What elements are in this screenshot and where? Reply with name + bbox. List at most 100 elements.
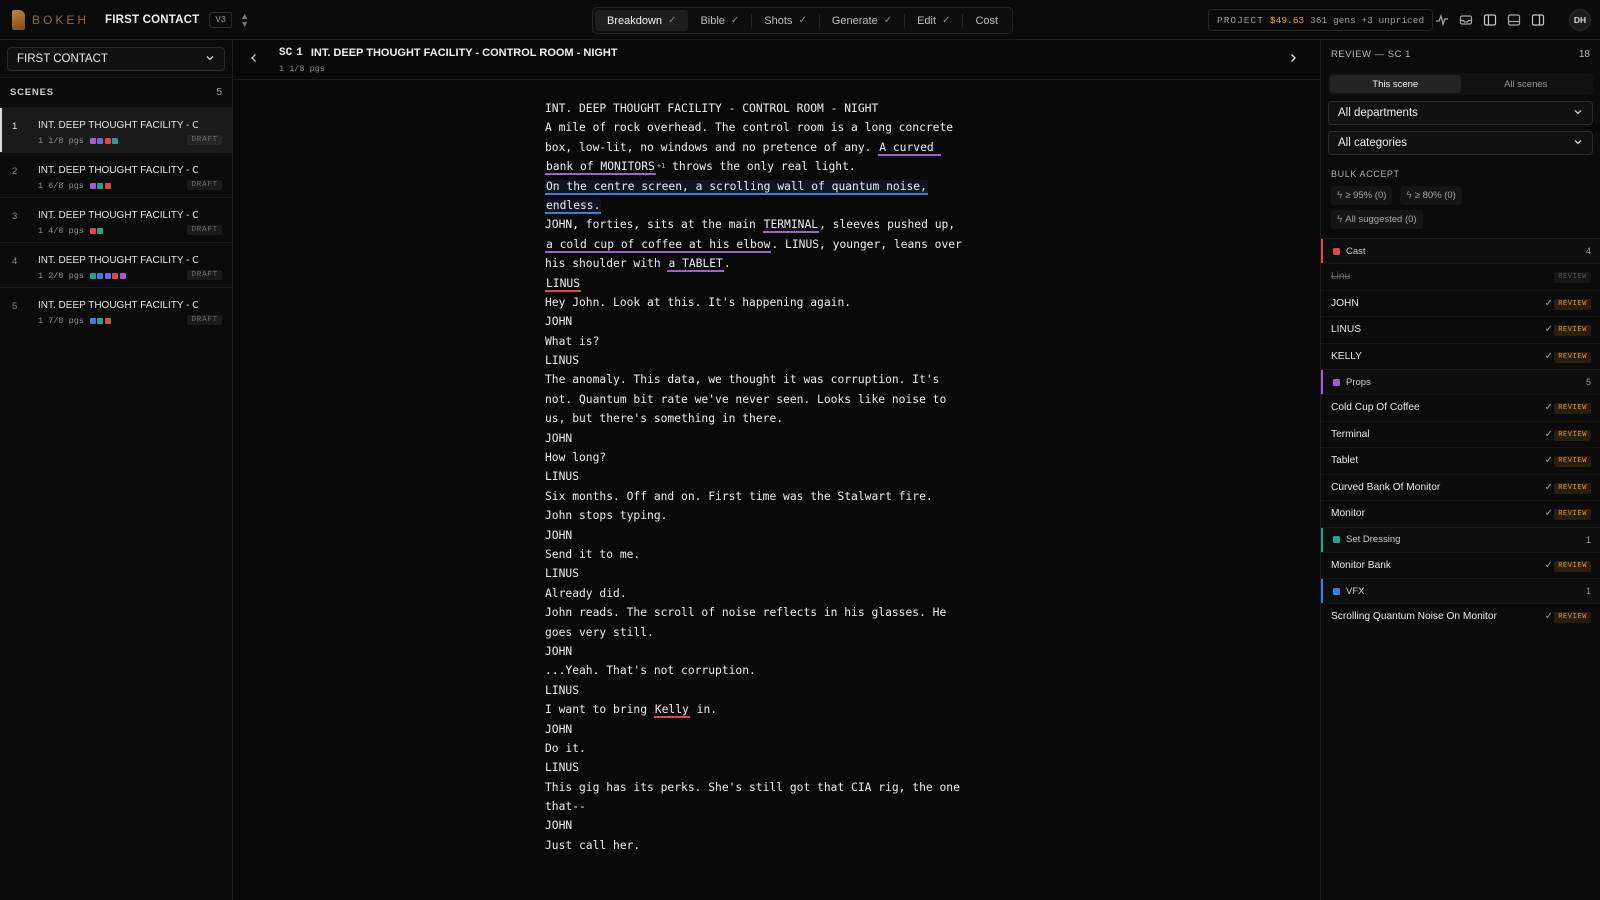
- category-header-set-dressing[interactable]: Set Dressing 1: [1321, 526, 1600, 552]
- department-select[interactable]: All departments: [1328, 101, 1593, 125]
- bulk-accept-all-button[interactable]: ϟ All suggested (0): [1331, 210, 1423, 229]
- element-row[interactable]: Linu REVIEW: [1321, 263, 1600, 290]
- script-text: ...Yeah. That's not corruption.: [545, 664, 756, 678]
- category-header-props[interactable]: Props 5: [1321, 369, 1600, 394]
- tagged-props-element[interactable]: a cold cup of coffee at his elbow: [545, 237, 772, 253]
- category-swatch: [89, 138, 96, 144]
- tab-shots[interactable]: Shots ✓: [752, 10, 819, 31]
- left-panel-icon[interactable]: [1480, 10, 1500, 30]
- scene-item[interactable]: 5 INT. DEEP THOUGHT FACILITY - C... 1 7/8 …: [0, 287, 232, 332]
- bottom-panel-icon[interactable]: [1504, 10, 1524, 30]
- right-panel-icon[interactable]: [1528, 10, 1548, 30]
- script-text: Already did.: [545, 586, 627, 600]
- tab-label: Edit: [917, 14, 937, 27]
- element-row[interactable]: Monitor Bank ✓ REVIEW: [1321, 551, 1600, 579]
- tagged-cast-element[interactable]: LINUS: [545, 276, 582, 292]
- tab-edit[interactable]: Edit ✓: [905, 10, 962, 31]
- script-line: that--: [545, 797, 1015, 816]
- scene-title: INT. DEEP THOUGHT FACILITY - C...: [38, 165, 198, 176]
- tagged-props-element[interactable]: TERMINAL: [762, 218, 820, 234]
- category-select-value: All categories: [1338, 137, 1408, 149]
- element-name: Linu: [1331, 271, 1351, 283]
- scene-number: 5: [12, 301, 18, 312]
- version-badge[interactable]: V3: [209, 11, 233, 28]
- inbox-icon[interactable]: [1456, 10, 1476, 30]
- scene-item[interactable]: 4 INT. DEEP THOUGHT FACILITY - C... 1 2/8 …: [0, 242, 232, 287]
- tagged-props-element[interactable]: A curved: [878, 140, 942, 156]
- script-line: Hey John. Look at this. It's happening a…: [545, 293, 1015, 312]
- category-swatch: [104, 273, 111, 279]
- script-text: JOHN: [545, 722, 573, 736]
- bokeh-logo-icon: [12, 9, 25, 30]
- element-row[interactable]: Cold Cup Of Coffee ✓ REVIEW: [1321, 394, 1600, 421]
- element-row[interactable]: Terminal ✓ REVIEW: [1321, 420, 1600, 448]
- tagged-cast-element[interactable]: Kelly: [653, 703, 690, 719]
- tab-cost[interactable]: Cost: [963, 10, 1010, 31]
- category-header-vfx[interactable]: VFX 1: [1321, 578, 1600, 603]
- accept-check-icon[interactable]: ✓: [1545, 482, 1553, 493]
- scene-label: SC: [279, 47, 293, 59]
- element-row[interactable]: Curved Bank Of Monitor ✓ REVIEW: [1321, 473, 1600, 501]
- next-scene-button[interactable]: [1288, 52, 1298, 67]
- user-avatar[interactable]: DH: [1569, 9, 1591, 31]
- scene-item[interactable]: 3 INT. DEEP THOUGHT FACILITY - C... 1 4/8 …: [0, 197, 232, 242]
- category-name: Props: [1346, 376, 1371, 388]
- accept-check-icon[interactable]: ✓: [1545, 298, 1553, 309]
- tagged-props-element[interactable]: a TABLET: [667, 257, 724, 273]
- tab-bible[interactable]: Bible ✓: [688, 10, 751, 31]
- element-row[interactable]: Monitor ✓ REVIEW: [1321, 500, 1600, 527]
- script-text: A mile of rock overhead. The control roo…: [545, 121, 954, 135]
- review-status-badge: REVIEW: [1554, 298, 1591, 310]
- accept-check-icon[interactable]: ✓: [1545, 560, 1553, 571]
- scene-pages: 1 2/8 pgs: [38, 271, 84, 281]
- scope-tab-this-scene[interactable]: This scene: [1330, 75, 1461, 93]
- bulk-accept-95-button[interactable]: ϟ ≥ 95% (0): [1331, 186, 1393, 205]
- scene-meta: 1 2/8 pgs: [38, 271, 127, 281]
- project-cost-summary[interactable]: PROJECT $49.63 361 gens +3 unpriced: [1208, 9, 1434, 31]
- category-select[interactable]: All categories: [1328, 131, 1593, 155]
- script-line: his shoulder with a TABLET.: [545, 254, 1015, 273]
- category-swatch: [104, 138, 111, 144]
- script-line: LINUS: [545, 274, 1015, 293]
- element-row[interactable]: JOHN ✓ REVIEW: [1321, 289, 1600, 317]
- tagged-props-element[interactable]: bank of MONITORS: [545, 160, 656, 176]
- element-row[interactable]: Scrolling Quantum Noise On Monitor ✓ REVIE…: [1321, 603, 1600, 630]
- brand-logo[interactable]: BOKEH: [12, 9, 89, 30]
- activity-icon[interactable]: [1432, 10, 1452, 30]
- bulk-accept-80-button[interactable]: ϟ ≥ 80% (0): [1400, 186, 1462, 205]
- script-text: JOHN: [545, 315, 573, 329]
- project-select[interactable]: FIRST CONTACT: [7, 47, 225, 71]
- tab-breakdown[interactable]: Breakdown ✓: [595, 10, 689, 31]
- accept-check-icon[interactable]: ✓: [1545, 611, 1553, 622]
- tab-generate[interactable]: Generate ✓: [820, 10, 904, 31]
- accept-check-icon[interactable]: ✓: [1545, 402, 1553, 413]
- accept-check-icon[interactable]: ✓: [1545, 351, 1553, 362]
- review-status-badge: REVIEW: [1554, 560, 1591, 572]
- scene-item[interactable]: 2 INT. DEEP THOUGHT FACILITY - C... 1 6/8 …: [0, 152, 232, 197]
- accept-check-icon[interactable]: ✓: [1545, 324, 1553, 335]
- scene-title: INT. DEEP THOUGHT FACILITY - C...: [38, 210, 198, 221]
- accept-check-icon[interactable]: ✓: [1545, 455, 1553, 466]
- element-name: JOHN: [1331, 297, 1359, 309]
- scene-title-line: SC 1 INT. DEEP THOUGHT FACILITY - CONTRO…: [279, 47, 618, 59]
- category-swatch: [89, 183, 96, 189]
- prev-scene-button[interactable]: [249, 52, 259, 67]
- tagged-vfx-element[interactable]: endless.: [545, 198, 602, 214]
- script-text: John stops typing.: [545, 509, 668, 523]
- tagged-vfx-element[interactable]: On the centre screen, a scrolling wall o…: [545, 179, 928, 195]
- element-row[interactable]: LINUS ✓ REVIEW: [1321, 316, 1600, 343]
- version-switch-icon[interactable]: ▲ ▼: [240, 11, 249, 28]
- element-row[interactable]: KELLY ✓ REVIEW: [1321, 342, 1600, 370]
- category-swatches: [89, 273, 128, 279]
- scope-tab-all-scenes[interactable]: All scenes: [1461, 75, 1592, 93]
- accept-check-icon[interactable]: ✓: [1545, 429, 1553, 440]
- accept-check-icon[interactable]: ✓: [1545, 508, 1553, 519]
- project-name[interactable]: FIRST CONTACT: [105, 14, 199, 26]
- bulk-accept-80-label: ≥ 80% (0): [1414, 190, 1456, 201]
- category-header-cast[interactable]: Cast 4: [1321, 238, 1600, 263]
- scene-item[interactable]: 1 INT. DEEP THOUGHT FACILITY - C... 1 1/8 …: [0, 107, 232, 152]
- check-icon: ✓: [730, 15, 740, 26]
- element-row[interactable]: Tablet ✓ REVIEW: [1321, 447, 1600, 474]
- review-status-badge: REVIEW: [1554, 429, 1591, 441]
- scene-title: INT. DEEP THOUGHT FACILITY - C...: [38, 120, 198, 131]
